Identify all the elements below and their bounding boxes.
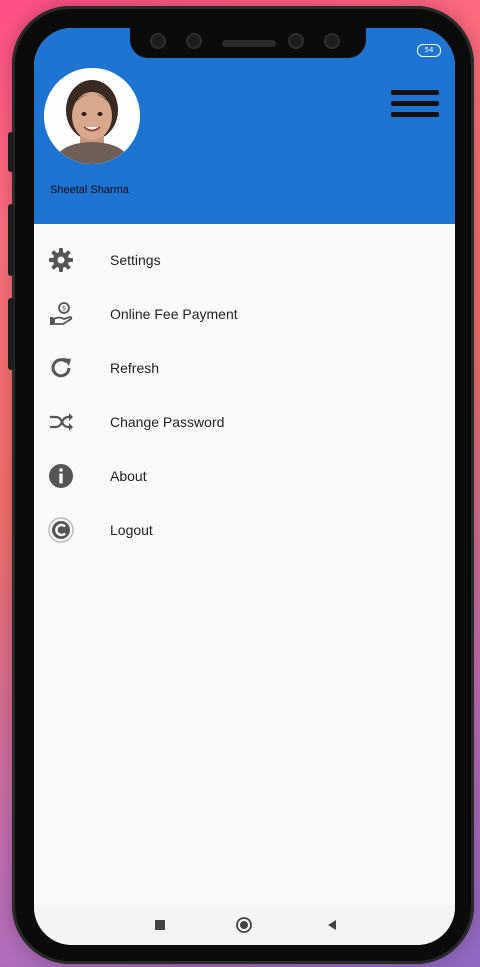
menu-item-label: Change Password xyxy=(110,414,225,430)
hamburger-bar xyxy=(391,90,439,95)
home-circle-icon xyxy=(236,917,252,933)
camera-dot xyxy=(150,33,166,49)
menu-item-label: About xyxy=(110,468,147,484)
menu-item-settings[interactable]: Settings xyxy=(34,233,455,287)
hamburger-bar xyxy=(391,112,439,117)
home-button[interactable] xyxy=(236,917,252,933)
camera-notch xyxy=(130,28,366,58)
menu-item-about[interactable]: About xyxy=(34,449,455,503)
menu-item-change-password[interactable]: Change Password xyxy=(34,395,455,449)
menu-item-label: Refresh xyxy=(110,360,160,376)
camera-dot xyxy=(288,33,304,49)
refresh-icon xyxy=(51,358,71,378)
info-icon xyxy=(49,464,73,488)
side-button xyxy=(8,298,14,370)
menu-item-label: Logout xyxy=(110,522,153,538)
menu-item-online-fee-payment[interactable]: $ Online Fee Payment xyxy=(34,287,455,341)
system-nav-bar xyxy=(34,905,455,945)
menu-item-label: Online Fee Payment xyxy=(110,306,238,322)
fee-payment-icon: $ xyxy=(50,302,73,325)
drawer-menu: Settings $ Online Fee Payment Refresh Ch… xyxy=(34,233,455,557)
back-triangle-icon xyxy=(328,920,336,930)
drawer-header: 54 Sheetal Sharma xyxy=(34,28,455,224)
svg-text:$: $ xyxy=(62,305,66,313)
camera-dot xyxy=(324,33,340,49)
hamburger-bar xyxy=(391,101,439,106)
battery-indicator: 54 xyxy=(417,44,441,57)
shuffle-icon xyxy=(50,413,73,431)
side-button xyxy=(8,132,14,172)
menu-item-logout[interactable]: Logout xyxy=(34,503,455,557)
avatar-image xyxy=(44,68,140,164)
square-icon xyxy=(155,920,165,930)
side-button xyxy=(8,204,14,276)
logout-icon xyxy=(48,517,74,543)
app-screen: 54 Sheetal Sharma Settings $ Online Fee … xyxy=(34,28,455,945)
avatar[interactable] xyxy=(44,68,140,164)
camera-dot xyxy=(186,33,202,49)
recent-apps-button[interactable] xyxy=(152,917,168,933)
menu-item-refresh[interactable]: Refresh xyxy=(34,341,455,395)
menu-item-label: Settings xyxy=(110,252,161,268)
gear-icon xyxy=(49,248,73,272)
menu-toggle-button[interactable] xyxy=(391,90,439,118)
speaker-slit xyxy=(222,40,276,47)
back-button[interactable] xyxy=(324,917,340,933)
profile-name: Sheetal Sharma xyxy=(50,184,129,196)
